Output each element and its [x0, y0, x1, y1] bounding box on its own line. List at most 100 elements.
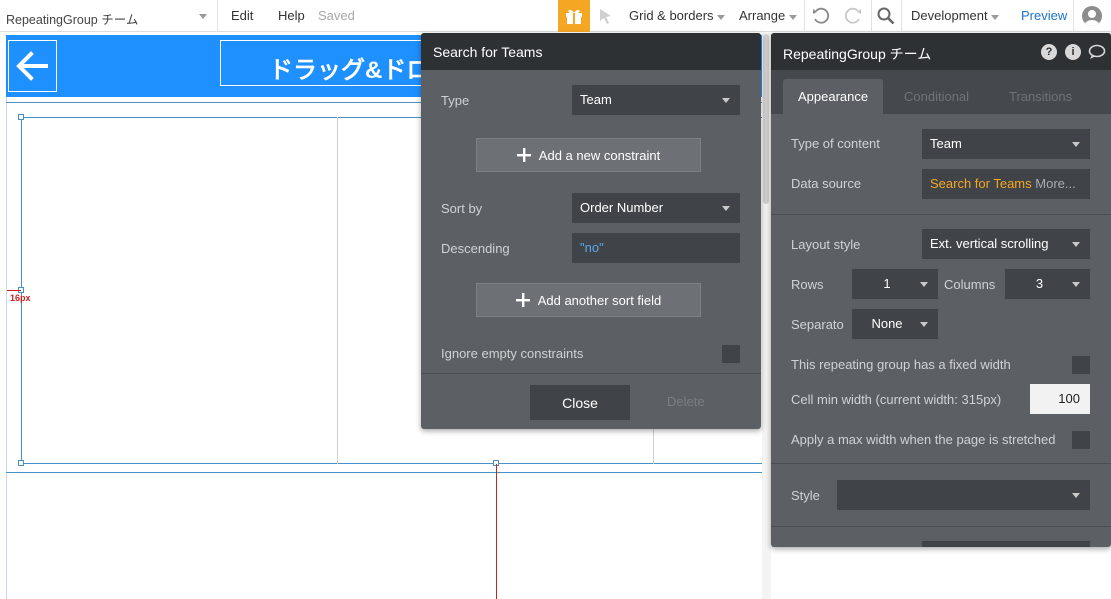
user-icon[interactable] [1082, 6, 1102, 26]
descending-field[interactable]: "no" [572, 233, 740, 263]
search-popup-footer: Close Delete [421, 373, 761, 429]
search-popup: Search for Teams Type Team Add a new con… [421, 33, 761, 429]
pointer-icon[interactable] [596, 6, 616, 26]
ignore-empty-checkbox[interactable] [722, 345, 740, 363]
next-property-field[interactable] [922, 541, 1090, 547]
plus-icon [516, 148, 531, 162]
help-icon[interactable]: ? [1041, 44, 1057, 60]
canvas-scrollbar-thumb[interactable] [763, 34, 769, 204]
type-of-content-dropdown[interactable]: Team [922, 129, 1090, 159]
arrow-left-icon [15, 51, 48, 81]
chevron-down-icon [722, 206, 730, 211]
delete-button[interactable]: Delete [667, 394, 705, 409]
layout-style-label: Layout style [791, 237, 861, 252]
add-sort-field-label: Add another sort field [537, 292, 662, 308]
tab-conditional[interactable]: Conditional [889, 79, 984, 114]
element-selector-dropdown[interactable]: RepeatingGroup チーム [0, 0, 218, 32]
chevron-down-icon [722, 98, 730, 103]
back-button[interactable] [8, 40, 57, 92]
chevron-down-icon [1072, 242, 1080, 247]
tab-transitions[interactable]: Transitions [994, 79, 1087, 114]
add-sort-field-button[interactable]: Add another sort field [476, 283, 701, 317]
type-of-content-value: Team [930, 136, 962, 151]
grid-borders-menu[interactable]: Grid & borders [629, 8, 726, 23]
resize-handle[interactable] [18, 114, 24, 120]
type-dropdown[interactable]: Team [572, 85, 740, 115]
info-icon[interactable]: i [1065, 44, 1081, 60]
property-editor: RepeatingGroup チーム ? i Appearance Condit… [771, 33, 1111, 547]
property-editor-header: RepeatingGroup チーム ? i [771, 33, 1111, 70]
type-of-content-label: Type of content [791, 136, 880, 151]
data-source-field[interactable]: Search for Teams More... [922, 169, 1090, 199]
chevron-down-icon [1072, 493, 1080, 498]
search-icon[interactable] [876, 6, 896, 26]
margin-guide [496, 464, 497, 599]
columns-label: Columns [944, 277, 996, 292]
columns-dropdown[interactable]: 3 [1005, 269, 1090, 299]
fixed-width-label: This repeating group has a fixed width [791, 357, 1011, 372]
chevron-down-icon [920, 322, 928, 327]
toolbar-divider [804, 0, 805, 32]
rows-dropdown[interactable]: 1 [852, 269, 938, 299]
sort-by-dropdown[interactable]: Order Number [572, 193, 740, 223]
saved-status: Saved [318, 8, 355, 23]
arrange-menu[interactable]: Arrange [739, 8, 797, 23]
chevron-down-icon [1072, 142, 1080, 147]
section-divider [771, 214, 1111, 215]
sort-by-value: Order Number [580, 200, 664, 215]
chevron-down-icon [717, 15, 726, 20]
version-label: Development [911, 8, 988, 23]
separator-label: Separato [791, 317, 844, 332]
descending-label: Descending [441, 241, 510, 256]
max-width-checkbox[interactable] [1072, 431, 1090, 449]
rows-label: Rows [791, 277, 824, 292]
chevron-down-icon [199, 14, 207, 19]
chevron-down-icon [991, 15, 1000, 20]
cell-min-width-label: Cell min width (current width: 315px) [791, 392, 1002, 407]
layout-style-dropdown[interactable]: Ext. vertical scrolling [922, 229, 1090, 259]
help-menu[interactable]: Help [278, 8, 305, 23]
style-label: Style [791, 488, 820, 503]
section-divider [771, 526, 1111, 527]
type-value: Team [580, 92, 612, 107]
edit-menu[interactable]: Edit [231, 8, 253, 23]
chevron-down-icon [1072, 282, 1080, 287]
close-button[interactable]: Close [530, 385, 630, 420]
data-source-more[interactable]: More... [1035, 176, 1075, 191]
margin-guide [7, 290, 21, 291]
layout-style-value: Ext. vertical scrolling [930, 236, 1049, 251]
type-label: Type [441, 93, 470, 108]
property-editor-title: RepeatingGroup チーム [783, 46, 932, 62]
data-source-label: Data source [791, 176, 862, 191]
version-dropdown[interactable]: Development [911, 8, 1000, 23]
preview-link[interactable]: Preview [1021, 8, 1067, 23]
style-dropdown[interactable] [837, 480, 1090, 510]
separator-value: None [871, 316, 903, 331]
plus-icon [515, 293, 530, 307]
descending-value: "no" [580, 240, 604, 255]
page-left-guide [6, 97, 7, 599]
rows-value: 1 [883, 276, 891, 291]
toolbar-divider [1073, 0, 1074, 32]
separator-dropdown[interactable]: None [852, 309, 938, 339]
comment-icon[interactable] [1088, 44, 1106, 60]
ignore-empty-label: Ignore empty constraints [441, 346, 584, 361]
element-selector-label: RepeatingGroup チーム [6, 13, 139, 27]
redo-icon[interactable] [843, 6, 863, 26]
undo-icon[interactable] [811, 6, 831, 26]
cell-min-width-input[interactable]: 100 [1030, 384, 1090, 414]
add-constraint-label: Add a new constraint [538, 147, 661, 163]
resize-handle[interactable] [18, 460, 24, 466]
max-width-label: Apply a max width when the page is stret… [791, 432, 1056, 447]
add-constraint-button[interactable]: Add a new constraint [476, 138, 701, 172]
repeating-group-cell-divider [337, 117, 338, 464]
top-toolbar: RepeatingGroup チーム Edit Help Saved Grid … [0, 0, 1111, 32]
data-source-value: Search for Teams [930, 176, 1032, 191]
chevron-down-icon [788, 15, 797, 20]
gift-icon[interactable] [558, 0, 590, 32]
fixed-width-checkbox[interactable] [1072, 356, 1090, 374]
property-tabs: Appearance Conditional Transitions [771, 70, 1111, 114]
sort-by-label: Sort by [441, 201, 483, 216]
tab-appearance[interactable]: Appearance [783, 79, 884, 114]
toolbar-divider [901, 0, 902, 32]
